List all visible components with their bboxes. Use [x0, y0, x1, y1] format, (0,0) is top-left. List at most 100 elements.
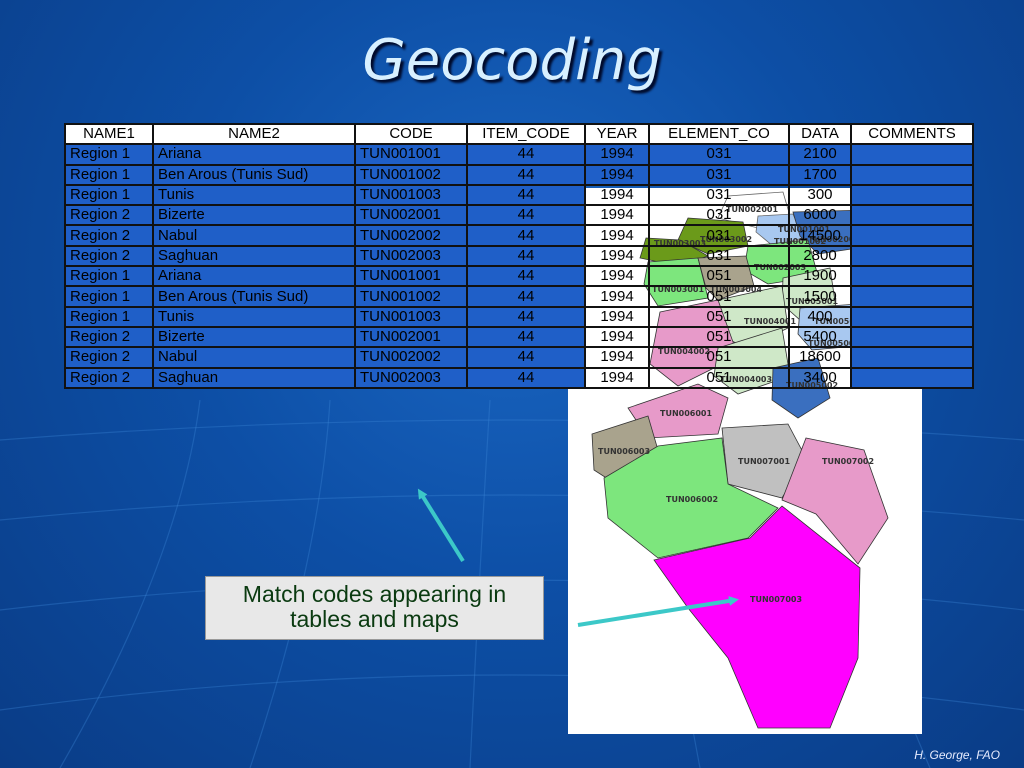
cell-name1: Region 2 [64, 224, 154, 247]
cell-item-code: 44 [466, 224, 586, 247]
cell-data: 14500 [788, 224, 852, 247]
cell-year: 1994 [584, 224, 650, 247]
header-code: CODE [354, 122, 468, 146]
cell-data: 3400 [788, 366, 852, 389]
cell-name1: Region 1 [64, 143, 154, 166]
svg-text:TUN006002: TUN006002 [666, 495, 718, 504]
cell-code: TUN001003 [354, 183, 468, 207]
table-header-row: NAME1 NAME2 CODE ITEM_CODE YEAR ELEMENT_… [64, 122, 974, 146]
cell-data: 6000 [788, 204, 852, 227]
cell-name1: Region 1 [64, 285, 154, 308]
cell-item-code: 44 [466, 285, 586, 308]
cell-code: TUN001002 [354, 285, 468, 308]
cell-name2: Ariana [152, 265, 356, 288]
cell-code: TUN002002 [354, 346, 468, 369]
table-row: Region 2 Bizerte TUN002001 44 1994 051 5400 [64, 325, 974, 349]
cell-item-code: 44 [466, 346, 586, 369]
header-year: YEAR [584, 122, 650, 146]
cell-comments [850, 183, 974, 207]
header-data: DATA [788, 122, 852, 146]
cell-element-co: 031 [648, 183, 790, 207]
cell-name2: Tunis [152, 305, 356, 328]
cell-comments [850, 346, 974, 369]
cell-code: TUN001002 [354, 163, 468, 186]
cell-name2: Nabul [152, 346, 356, 369]
cell-data: 1700 [788, 163, 852, 186]
cell-item-code: 44 [466, 204, 586, 227]
cell-element-co: 031 [648, 244, 790, 268]
cell-code: TUN002001 [354, 325, 468, 349]
table-row: Region 2 Bizerte TUN002001 44 1994 031 6000 [64, 204, 974, 227]
cell-comments [850, 265, 974, 288]
cell-data: 18600 [788, 346, 852, 369]
cell-name1: Region 2 [64, 204, 154, 227]
cell-year: 1994 [584, 204, 650, 227]
cell-item-code: 44 [466, 305, 586, 328]
cell-item-code: 44 [466, 143, 586, 166]
cell-comments [850, 366, 974, 389]
cell-item-code: 44 [466, 244, 586, 268]
cell-year: 1994 [584, 346, 650, 369]
cell-item-code: 44 [466, 366, 586, 389]
cell-element-co: 051 [648, 285, 790, 308]
cell-item-code: 44 [466, 183, 586, 207]
svg-text:TUN006003: TUN006003 [598, 447, 650, 456]
cell-data: 1500 [788, 285, 852, 308]
cell-comments [850, 244, 974, 268]
cell-element-co: 031 [648, 143, 790, 166]
callout-box: Match codes appearing in tables and maps [205, 576, 544, 640]
cell-year: 1994 [584, 366, 650, 389]
svg-text:TUN007003: TUN007003 [750, 595, 802, 604]
cell-code: TUN001003 [354, 305, 468, 328]
table-row: Region 1 Tunis TUN001003 44 1994 031 300 [64, 183, 974, 207]
callout-line-2: tables and maps [290, 606, 459, 632]
cell-comments [850, 204, 974, 227]
table-row: Region 1 Ariana TUN001001 44 1994 031 2100 [64, 143, 974, 166]
cell-year: 1994 [584, 285, 650, 308]
cell-item-code: 44 [466, 325, 586, 349]
cell-data: 300 [788, 183, 852, 207]
page-title: Geocoding [362, 28, 662, 93]
table-row: Region 1 Ben Arous (Tunis Sud) TUN001002 44… [64, 285, 974, 308]
cell-element-co: 051 [648, 265, 790, 288]
cell-item-code: 44 [466, 163, 586, 186]
cell-name2: Ben Arous (Tunis Sud) [152, 285, 356, 308]
cell-year: 1994 [584, 163, 650, 186]
table-row: Region 2 Nabul TUN002002 44 1994 031 14500 [64, 224, 974, 247]
cell-name2: Saghuan [152, 244, 356, 268]
cell-name1: Region 1 [64, 305, 154, 328]
cell-year: 1994 [584, 143, 650, 166]
cell-name1: Region 2 [64, 346, 154, 369]
cell-element-co: 051 [648, 346, 790, 369]
cell-comments [850, 224, 974, 247]
cell-name1: Region 1 [64, 163, 154, 186]
svg-text:TUN007001: TUN007001 [738, 457, 790, 466]
table-row: Region 1 Ariana TUN001001 44 1994 051 1900 [64, 265, 974, 288]
cell-item-code: 44 [466, 265, 586, 288]
table-row: Region 2 Saghuan TUN002003 44 1994 031 2800 [64, 244, 974, 268]
cell-name2: Saghuan [152, 366, 356, 389]
cell-code: TUN002003 [354, 244, 468, 268]
cell-element-co: 031 [648, 224, 790, 247]
table-row: Region 2 Nabul TUN002002 44 1994 051 18600 [64, 346, 974, 369]
cell-comments [850, 163, 974, 186]
cell-element-co: 031 [648, 163, 790, 186]
cell-code: TUN002003 [354, 366, 468, 389]
svg-text:TUN006001: TUN006001 [660, 409, 712, 418]
cell-year: 1994 [584, 265, 650, 288]
cell-name1: Region 1 [64, 265, 154, 288]
cell-year: 1994 [584, 325, 650, 349]
header-comments: COMMENTS [850, 122, 974, 146]
cell-element-co: 031 [648, 204, 790, 227]
cell-name2: Bizerte [152, 204, 356, 227]
cell-name1: Region 2 [64, 244, 154, 268]
cell-year: 1994 [584, 244, 650, 268]
cell-name2: Nabul [152, 224, 356, 247]
cell-comments [850, 143, 974, 166]
cell-data: 2100 [788, 143, 852, 166]
data-table: NAME1 NAME2 CODE ITEM_CODE YEAR ELEMENT_… [64, 122, 974, 389]
cell-year: 1994 [584, 305, 650, 328]
callout-line-1: Match codes appearing in [242, 581, 507, 607]
cell-data: 400 [788, 305, 852, 328]
cell-comments [850, 325, 974, 349]
